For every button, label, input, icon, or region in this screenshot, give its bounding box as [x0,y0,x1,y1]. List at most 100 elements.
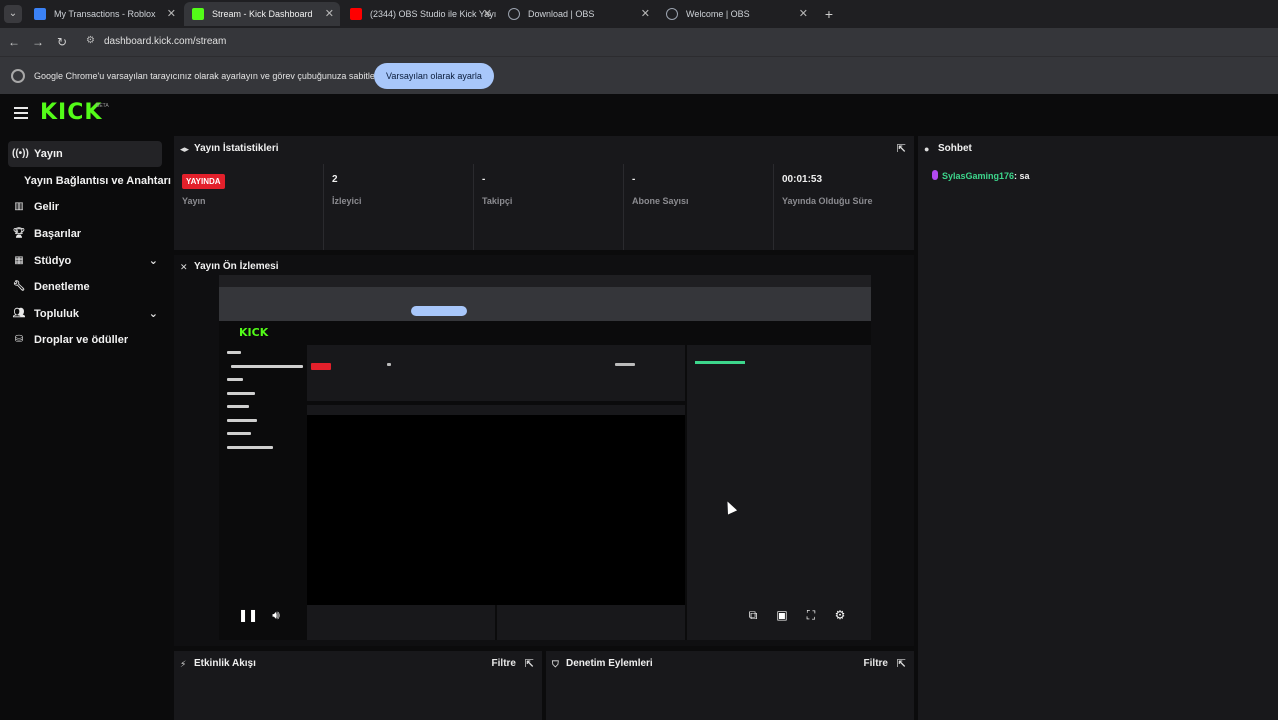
address-bar[interactable]: ⚙ dashboard.kick.com/stream [80,31,1270,53]
close-icon[interactable]: ✕ [325,2,334,26]
browser-toolbar: ← → ↻ ⚙ dashboard.kick.com/stream [0,28,1278,56]
volume-icon[interactable]: 🔊︎ [268,607,284,623]
panel-header: ⚡︎ Etkinlik Akışı Filtre ⇱ [174,651,542,677]
youtube-favicon-icon [350,8,362,20]
set-default-button[interactable]: Varsayılan olarak ayarla [374,63,494,89]
sidebar-item-label: Denetleme [34,281,90,293]
panel-header: ⛉ Denetim Eylemleri Filtre ⇱ [546,651,914,677]
back-arrow-icon[interactable]: ← [6,34,22,50]
mirrored-sidebar-line [227,446,273,449]
browser-tab-youtube[interactable]: (2344) OBS Studio ile Kick Yayı ✕ [342,2,498,26]
globe-icon [508,8,520,20]
lightning-icon: ⚡︎ [180,659,187,669]
dashboard-sidebar: ((•)) Yayın Yayın Bağlantısı ve Anahtarı… [0,134,171,720]
stat-value: - [482,174,486,185]
default-browser-infobar: Google Chrome'u varsayılan tarayıcınız o… [0,56,1278,94]
trophy-icon: 🏆︎ [12,228,26,239]
popout-icon[interactable]: ⇱ [897,136,906,162]
tab-title: (2344) OBS Studio ile Kick Yayı [370,9,497,19]
mirrored-stat-value [615,363,635,366]
url-text: dashboard.kick.com/stream [104,36,227,47]
mirrored-sidebar-line [227,405,249,408]
stat-value: - [632,174,636,185]
new-tab-button[interactable]: + [820,5,838,23]
tab-title: Stream - Kick Dashboard [212,9,313,19]
close-icon[interactable]: ✕ [167,2,176,26]
sidebar-item-topluluk[interactable]: 👥︎ Topluluk ⌄ [8,301,162,327]
close-icon[interactable]: ✕ [483,2,492,26]
sidebar-item-yayin[interactable]: ((•)) Yayın [8,141,162,167]
settings-gear-icon[interactable]: ⚙ [832,607,848,623]
popout-icon[interactable]: ⇱ [897,651,906,677]
studio-icon: ▦ [14,255,24,266]
mirrored-tab-strip [219,275,871,287]
mirrored-sidebar-line [231,365,303,368]
panel-title: Etkinlik Akışı [194,658,256,669]
theater-mode-icon[interactable]: ▣ [774,607,790,623]
filter-button[interactable]: Filtre [492,651,516,677]
sidebar-item-studyo[interactable]: ▦ Stüdyo ⌄ [8,248,162,274]
forward-arrow-icon[interactable]: → [30,34,46,50]
site-info-icon[interactable]: ⚙ [86,35,98,47]
close-icon[interactable]: ✕ [641,2,650,26]
stats-row: YAYINDA Yayın 2 İzleyici - Takipçi - Abo… [174,164,914,250]
stat-value: 2 [332,174,338,185]
sidebar-item-label: Stüdyo [34,255,72,267]
mirrored-moderation-panel [497,605,685,640]
mirrored-sidebar-line [227,351,241,354]
kick-header: KICK BETA [0,94,1278,134]
stream-stats-panel: ◂▸ Yayın İstatistikleri ⇱ YAYINDA Yayın … [174,136,914,250]
browser-tab-obs-download[interactable]: Download | OBS ✕ [500,2,656,26]
activity-feed-panel: ⚡︎ Etkinlik Akışı Filtre ⇱ [174,651,542,720]
globe-icon [666,8,678,20]
chevron-down-icon[interactable]: ⌄ [149,248,158,274]
browser-tab-obs-welcome[interactable]: Welcome | OBS ✕ [658,2,814,26]
panel-title: Denetim Eylemleri [566,658,653,669]
stat-label: Abone Sayısı [632,196,689,206]
stream-preview-video[interactable]: KICK [219,275,871,640]
fullscreen-icon[interactable]: ⛶ [803,607,819,623]
sidebar-item-label: Yayın [34,148,63,160]
moderation-actions-panel: ⛉ Denetim Eylemleri Filtre ⇱ [546,651,914,720]
sidebar-item-basarilar[interactable]: 🏆︎ Başarılar [8,221,162,247]
wrench-icon: 🔧︎ [12,281,26,292]
stat-status: YAYINDA Yayın [174,164,324,250]
browser-tab-kick[interactable]: Stream - Kick Dashboard ✕ [184,2,340,26]
chart-icon: ▥ [14,201,24,212]
sidebar-item-denetleme[interactable]: 🔧︎ Denetleme [8,274,162,300]
panel-title: Sohbet [938,143,972,154]
panel-title: Yayın Ön İzlemesi [194,261,279,272]
pause-icon[interactable]: ❚❚ [238,607,258,623]
user-badge-icon [932,170,938,180]
mirrored-stat-value [387,363,391,366]
sidebar-item-stream-key[interactable]: Yayın Bağlantısı ve Anahtarı [24,168,171,194]
mirrored-infobar [219,301,871,321]
picture-in-picture-icon[interactable]: ⧉ [745,607,761,623]
live-badge: YAYINDA [182,174,225,189]
reload-icon[interactable]: ↻ [54,34,70,50]
close-icon[interactable]: ✕ [799,2,808,26]
sidebar-item-droplar[interactable]: ⛁ Droplar ve ödüller [8,327,162,353]
browser-tab-roblox[interactable]: My Transactions - Roblox ✕ [26,2,182,26]
sidebar-item-label: Topluluk [34,308,80,320]
beta-tag: BETA [96,103,109,109]
panel-title: Yayın İstatistikleri [194,143,279,154]
popout-icon[interactable]: ⇱ [525,651,534,677]
sidebar-item-gelir[interactable]: ▥ Gelir [8,194,162,220]
mirrored-sidebar-line [227,392,255,395]
stream-preview-panel: ✕ Yayın Ön İzlemesi KICK ❚❚ 🔊︎ ⧉ ▣ ⛶ ⚙ [174,255,914,646]
stat-subscribers: - Abone Sayısı [624,164,774,250]
collapse-icon[interactable]: ✕ [180,255,188,279]
menu-icon[interactable] [14,107,28,119]
tab-title: Welcome | OBS [686,9,750,19]
broadcast-icon: ((•)) [12,148,29,159]
mirrored-preview-video [307,415,685,605]
mirrored-sidebar-line [227,419,257,422]
filter-button[interactable]: Filtre [864,651,888,677]
chevron-down-icon[interactable]: ⌄ [149,301,158,327]
mirrored-kick-logo: KICK [239,326,269,339]
chat-username[interactable]: SylasGaming176 [942,171,1014,181]
tab-search-icon[interactable]: ⌄ [4,5,22,23]
kick-logo[interactable]: KICK [40,100,102,125]
infobar-message: Google Chrome'u varsayılan tarayıcınız o… [34,71,387,81]
